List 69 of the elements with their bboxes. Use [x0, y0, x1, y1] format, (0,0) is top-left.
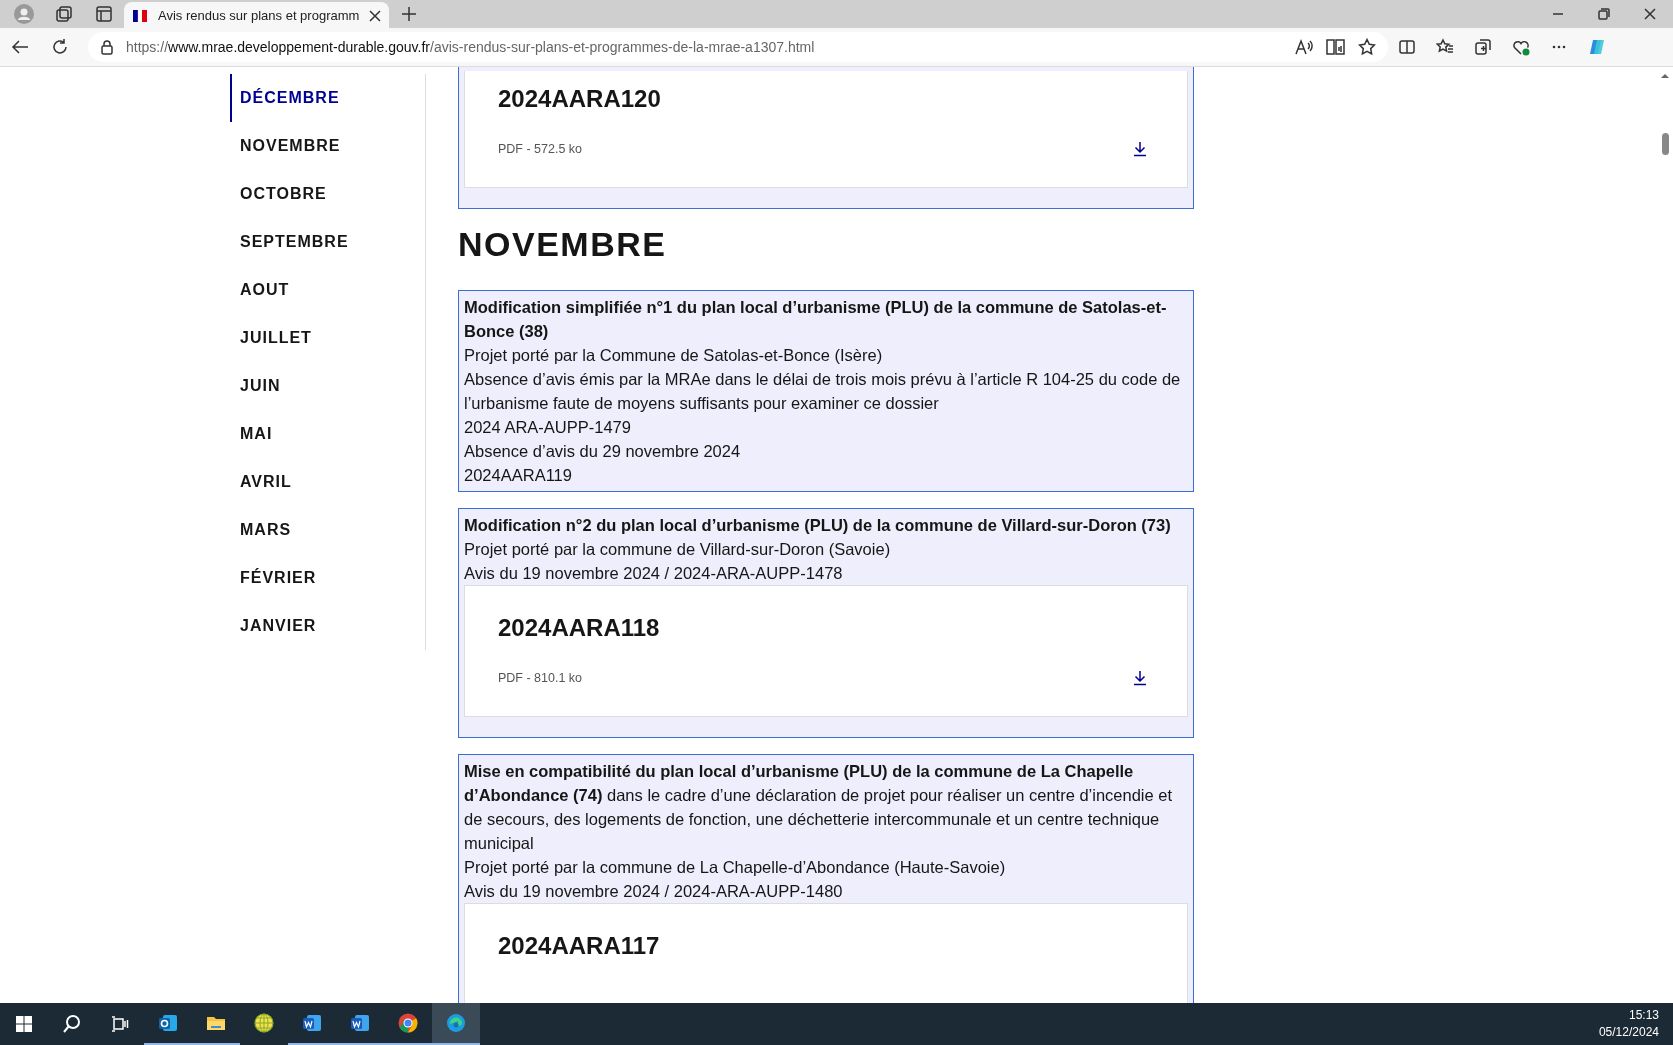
- refresh-icon[interactable]: [51, 38, 69, 56]
- entry-text: Projet porté par la Commune de Satolas-et-Bonce (Isère): [464, 345, 884, 366]
- clock-date: 05/12/2024: [1598, 1024, 1659, 1041]
- back-arrow-icon[interactable]: [11, 39, 29, 55]
- tab-actions-icon[interactable]: [96, 6, 112, 22]
- document-card[interactable]: 2024AARA120 PDF - 572.5 ko: [464, 71, 1188, 188]
- file-info: PDF - 810.1 ko: [498, 671, 583, 685]
- entry-title: Modification n°2 du plan local d’urbanisme (PLU) de la commune de Villard-sur-Doron (73): [464, 515, 1172, 536]
- document-app-icon: [349, 1012, 371, 1034]
- document-title: 2024AARA118: [498, 614, 661, 642]
- entry-text: Avis du 19 novembre 2024 / 2024-ARA-AUPP-1480: [464, 881, 844, 902]
- scrollbar-thumb[interactable]: [1661, 133, 1669, 155]
- download-icon[interactable]: [1132, 141, 1148, 157]
- browser-tab[interactable]: Avis rendus sur plans et programm: [124, 1, 390, 30]
- entry-text: Projet porté par la commune de Villard-sur-Doron (Savoie): [464, 539, 892, 560]
- entry-text: Projet porté par la commune de La Chapelle-d’Abondance (Haute-Savoie): [464, 857, 1007, 878]
- entry-text: Absence d’avis émis par la MRAe dans le délai de trois mois prévu à l’article R 104-25 du code de l’urbanisme faute de moyens suffisants pour examiner ce dossier: [464, 369, 1182, 414]
- copilot-icon[interactable]: [1588, 38, 1606, 56]
- download-icon[interactable]: [1132, 670, 1148, 686]
- sidebar-item[interactable]: JANVIER: [230, 602, 425, 650]
- document-app-icon: [301, 1012, 323, 1034]
- close-icon[interactable]: [369, 9, 382, 22]
- split-screen-icon[interactable]: [1398, 38, 1416, 56]
- heart-check-icon[interactable]: [1512, 38, 1530, 56]
- new-tab-icon[interactable]: [401, 6, 418, 22]
- workspaces-icon[interactable]: [55, 5, 73, 23]
- read-aloud-icon[interactable]: [1294, 38, 1314, 56]
- entry-title: Mise en compatibilité du plan local d’urbanisme (PLU) de la commune de La Chapelle d’Abondance (74) dans le cadre d’une déclaration de projet pour réaliser un centre d’incendie et de secours, des logements de fonction, une déchetterie intercommunale et un centre technique municipal: [464, 761, 1174, 854]
- star-icon[interactable]: [1358, 38, 1376, 56]
- sidebar-item[interactable]: SEPTEMBRE: [230, 218, 425, 266]
- favorites-icon[interactable]: [1436, 38, 1454, 56]
- sidebar-item[interactable]: JUILLET: [230, 314, 425, 362]
- month-heading: NOVEMBRE: [458, 225, 668, 264]
- sidebar-item[interactable]: NOVEMBRE: [230, 122, 425, 170]
- entry-text: 2024 ARA-AUPP-1479: [464, 417, 632, 438]
- document-card[interactable]: 2024AARA118 PDF - 810.1 ko: [464, 585, 1188, 717]
- scroll-up-icon[interactable]: [1660, 71, 1670, 81]
- tab-title: Avis rendus sur plans et programm: [158, 8, 360, 23]
- search-icon[interactable]: [62, 1014, 82, 1034]
- document-title: 2024AARA117: [498, 932, 661, 960]
- sidebar-item[interactable]: JUIN: [230, 362, 425, 410]
- globe-icon: [253, 1012, 275, 1034]
- collections-icon[interactable]: [1474, 38, 1492, 56]
- sidebar-item[interactable]: MARS: [230, 506, 425, 554]
- task-view-icon[interactable]: [111, 1015, 129, 1033]
- flag-icon: [132, 7, 148, 24]
- lock-icon: [100, 39, 114, 55]
- entry-text: Absence d’avis du 29 novembre 2024: [464, 441, 742, 462]
- clock-time: 15:13: [1628, 1007, 1659, 1024]
- sidebar-item[interactable]: DÉCEMBRE: [230, 74, 425, 122]
- windows-logo-icon[interactable]: [15, 1015, 33, 1033]
- sidebar-item[interactable]: AVRIL: [230, 458, 425, 506]
- sidebar-item[interactable]: FÉVRIER: [230, 554, 425, 602]
- entry-text: Avis du 19 novembre 2024 / 2024-ARA-AUPP-1478: [464, 563, 844, 584]
- sidebar-item[interactable]: MAI: [230, 410, 425, 458]
- address-bar[interactable]: https://www.mrae.developpement-durable.gouv.fr/avis-rendus-sur-plans-et-programmes-de-la-mrae-a1307.html: [88, 32, 1388, 62]
- sidebar-item[interactable]: OCTOBRE: [230, 170, 425, 218]
- close-icon[interactable]: [1644, 8, 1656, 20]
- browser-app-icon: [445, 1012, 467, 1034]
- sidebar-item[interactable]: AOUT: [230, 266, 425, 314]
- restore-icon[interactable]: [1598, 8, 1610, 20]
- entry-text: 2024AARA119: [464, 465, 573, 486]
- entry-title: Modification simplifiée n°1 du plan local d’urbanisme (PLU) de la commune de Satolas-et-Bonce (38): [464, 297, 1168, 342]
- browser-app-icon: [397, 1012, 419, 1034]
- reader-view-icon[interactable]: [1326, 38, 1346, 56]
- mail-app-icon: [157, 1012, 179, 1034]
- file-info: PDF - 572.5 ko: [498, 142, 583, 156]
- document-card[interactable]: 2024AARA117: [464, 903, 1188, 1003]
- document-title: 2024AARA120: [498, 85, 662, 113]
